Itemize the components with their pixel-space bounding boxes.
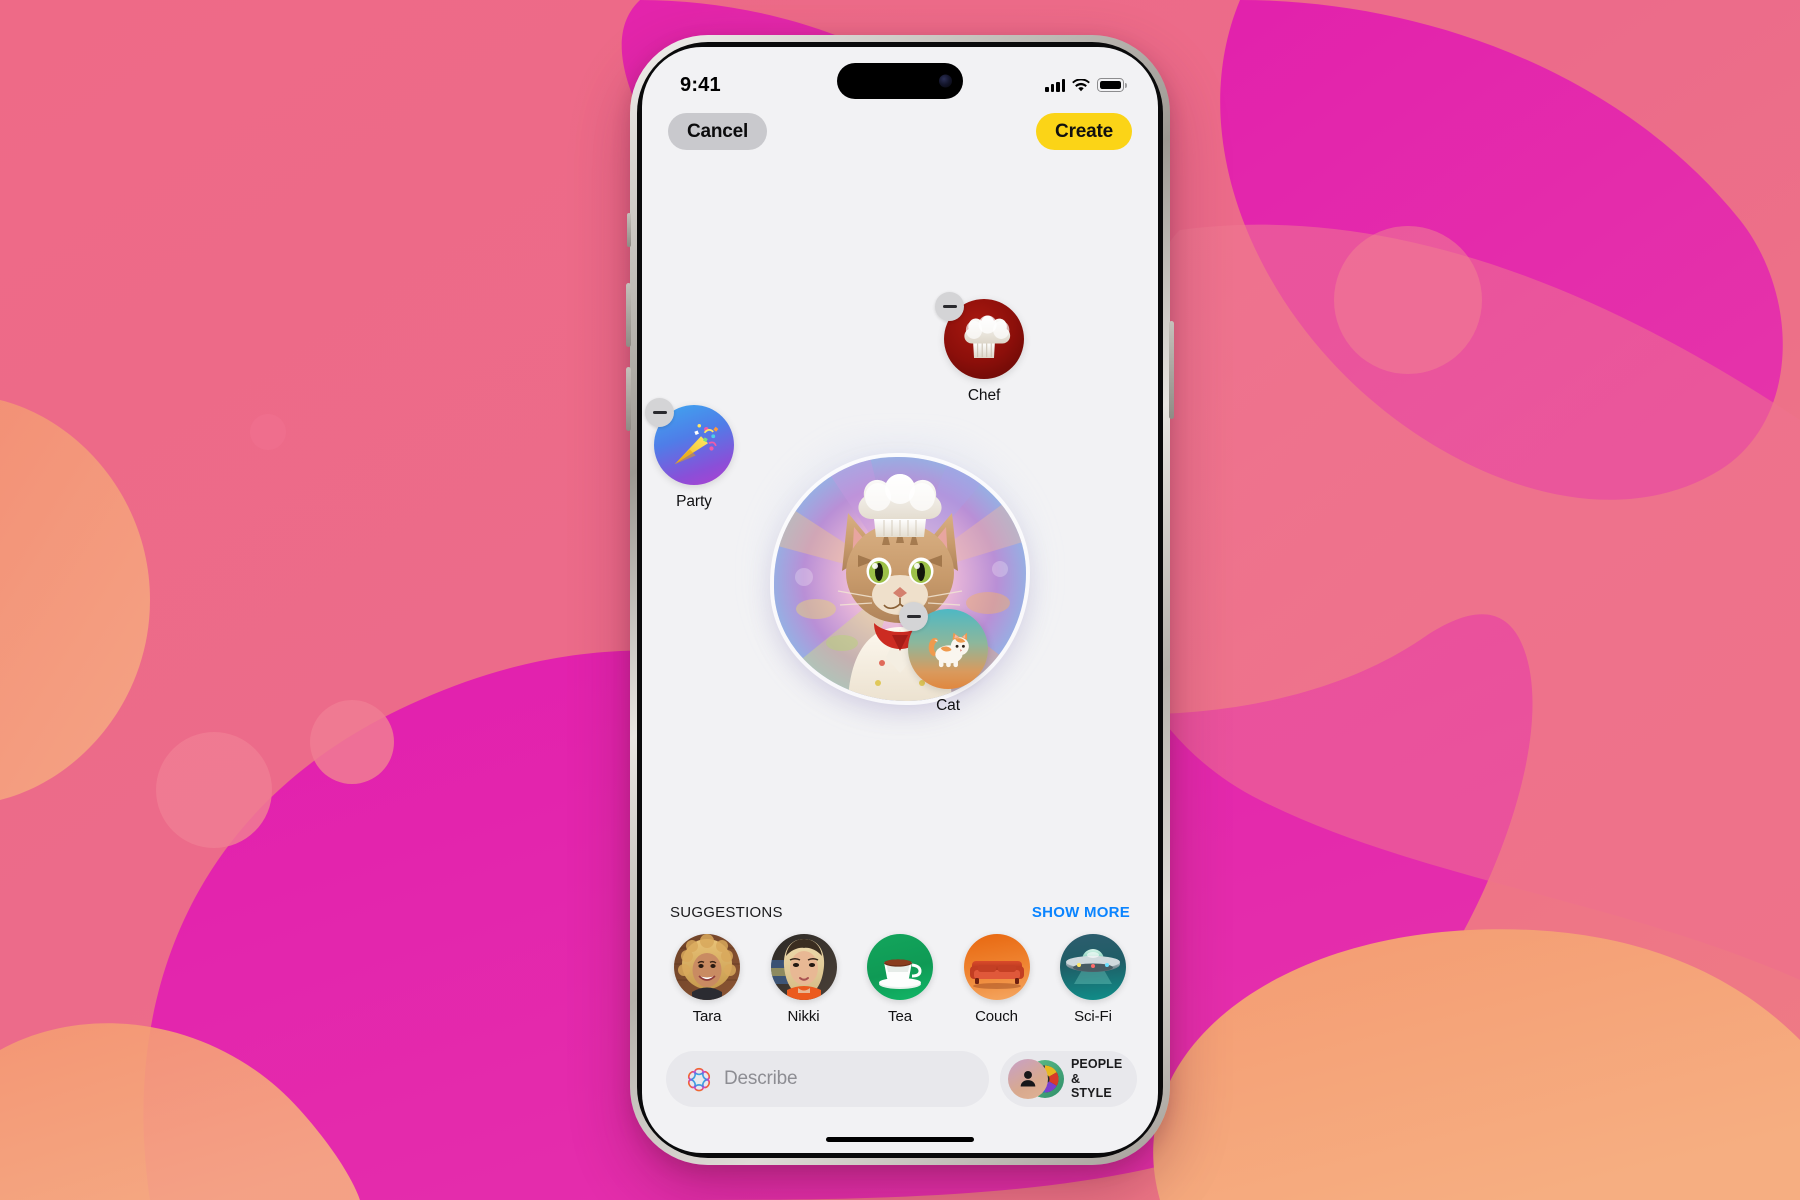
suggestion-label: Sci-Fi bbox=[1074, 1008, 1112, 1025]
people-style-line2: & STYLE bbox=[1071, 1071, 1112, 1101]
suggestions-header: SUGGESTIONS SHOW MORE bbox=[666, 904, 1134, 921]
generated-sticker[interactable] bbox=[750, 433, 1050, 725]
suggestion-label: Nikki bbox=[787, 1008, 820, 1025]
suggestion-label: Tea bbox=[888, 1008, 912, 1025]
suggestion-item-tea[interactable]: Tea bbox=[861, 934, 939, 1025]
concept-chip-label: Chef bbox=[967, 387, 1001, 404]
concept-chip-cat[interactable]: Cat bbox=[899, 602, 988, 715]
concept-chip-thumb[interactable] bbox=[645, 398, 734, 485]
iphone-device: 9:41 Cancel Create Chef Party Cat SUGGES… bbox=[626, 35, 1174, 1165]
suggestion-item-nikki[interactable]: Nikki bbox=[765, 934, 843, 1025]
concept-chip-party[interactable]: Party bbox=[645, 398, 734, 511]
suggestion-item-scifi[interactable]: Sci-Fi bbox=[1054, 934, 1132, 1025]
phone-screen: 9:41 Cancel Create Chef Party Cat SUGGES… bbox=[642, 47, 1158, 1153]
couch-icon bbox=[963, 934, 1030, 1000]
people-style-line1: PEOPLE bbox=[1071, 1057, 1123, 1072]
tara-photo-icon bbox=[674, 934, 740, 1000]
tea-cup-icon bbox=[867, 934, 933, 1000]
describe-field[interactable] bbox=[666, 1051, 989, 1107]
remove-concept-cat-button[interactable] bbox=[899, 602, 928, 631]
volume-down-button[interactable] bbox=[626, 367, 631, 431]
volume-up-button[interactable] bbox=[626, 283, 631, 347]
battery-icon bbox=[1097, 78, 1127, 92]
bottom-toolbar: PEOPLE & STYLE bbox=[642, 1051, 1158, 1107]
suggestion-label: Tara bbox=[692, 1008, 722, 1025]
people-and-style-button[interactable]: PEOPLE & STYLE bbox=[1000, 1051, 1138, 1107]
suggestion-label: Couch bbox=[975, 1008, 1018, 1025]
show-more-button[interactable]: SHOW MORE bbox=[1032, 904, 1130, 921]
person-avatar-icon bbox=[1008, 1059, 1048, 1099]
dynamic-island bbox=[837, 63, 963, 99]
suggestion-item-tara[interactable]: Tara bbox=[668, 934, 746, 1025]
status-time: 9:41 bbox=[680, 73, 721, 96]
suggestion-item-couch[interactable]: Couch bbox=[958, 934, 1036, 1025]
concept-chip-thumb[interactable] bbox=[899, 602, 988, 689]
nikki-photo-icon bbox=[770, 934, 837, 1000]
people-style-avatars bbox=[1008, 1059, 1064, 1099]
suggestions-section: SUGGESTIONS SHOW MORE Tara Nikki Tea Cou… bbox=[642, 904, 1158, 1025]
front-camera-icon bbox=[939, 74, 952, 88]
concept-chip-label: Party bbox=[676, 493, 712, 510]
sticker-blob-mask bbox=[774, 457, 1026, 701]
ufo-icon bbox=[1060, 934, 1126, 1000]
concept-chip-chef[interactable]: Chef bbox=[935, 292, 1024, 405]
remove-concept-chef-button[interactable] bbox=[935, 292, 964, 321]
power-button[interactable] bbox=[1169, 321, 1174, 419]
cellular-signal-icon bbox=[1045, 78, 1065, 92]
home-indicator[interactable] bbox=[826, 1136, 974, 1142]
describe-input[interactable] bbox=[724, 1068, 969, 1090]
status-indicators bbox=[1045, 78, 1127, 92]
suggestions-list: Tara Nikki Tea Couch Sci-Fi bbox=[666, 934, 1134, 1025]
people-style-label: PEOPLE & STYLE bbox=[1071, 1057, 1122, 1101]
create-button[interactable]: Create bbox=[1036, 113, 1132, 150]
cancel-button[interactable]: Cancel bbox=[668, 113, 768, 150]
remove-concept-party-button[interactable] bbox=[645, 398, 674, 427]
silent-switch[interactable] bbox=[627, 213, 631, 247]
navigation-bar: Cancel Create bbox=[642, 113, 1158, 150]
wifi-icon bbox=[1072, 78, 1090, 91]
suggestions-title: SUGGESTIONS bbox=[670, 904, 783, 921]
apple-intelligence-icon bbox=[687, 1067, 711, 1092]
concept-chip-label: Cat bbox=[936, 697, 960, 714]
concept-chip-thumb[interactable] bbox=[935, 292, 1024, 379]
